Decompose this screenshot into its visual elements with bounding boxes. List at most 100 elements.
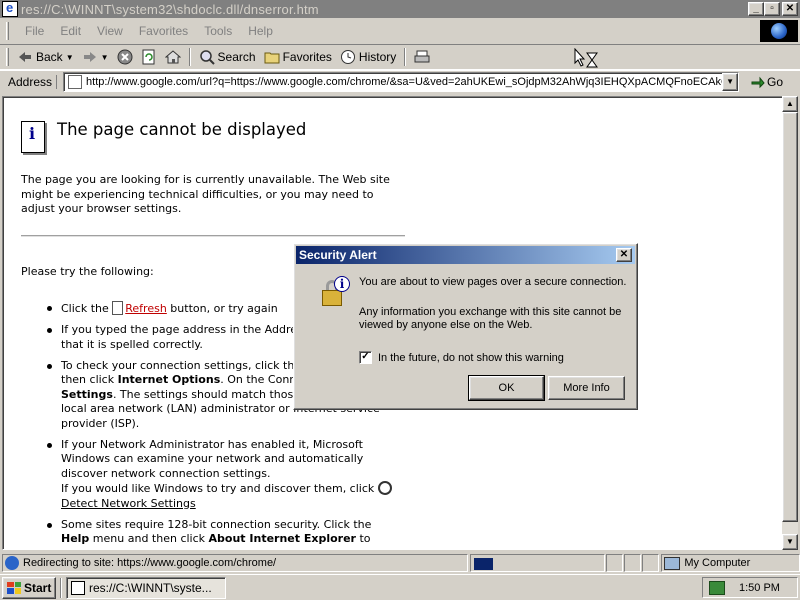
my-computer-icon (664, 556, 681, 570)
ok-button[interactable]: OK (468, 375, 545, 401)
dialog-message-2: Any information you exchange with this s… (359, 306, 622, 331)
close-button[interactable]: ✕ (782, 2, 798, 16)
refresh-icon (142, 49, 155, 65)
tip-text: menu and then click (89, 532, 209, 545)
info-icon (21, 121, 45, 153)
dialog-message-1: You are about to view pages over a secur… (359, 276, 627, 288)
refresh-button[interactable] (137, 46, 161, 68)
favorites-label: Favorites (282, 50, 332, 64)
task-label: res://C:\WINNT\syste... (89, 580, 212, 595)
list-item: If your Network Administrator has enable… (47, 437, 401, 512)
home-icon (164, 50, 181, 64)
toolbar-separator (404, 48, 407, 66)
menu-edit[interactable]: Edit (52, 22, 89, 40)
detect-network-icon (377, 481, 392, 495)
page-title: The page cannot be displayed (57, 120, 307, 139)
address-input[interactable]: http://www.google.com/url?q=https://www.… (63, 71, 740, 92)
print-button[interactable] (410, 46, 434, 68)
page-intro: The page you are looking for is currentl… (21, 173, 390, 215)
divider (21, 235, 405, 237)
status-bar: Redirecting to site: https://www.google.… (0, 553, 800, 573)
progress-bar (470, 554, 606, 572)
window-title-bar[interactable]: res://C:\WINNT\system32\shdoclc.dll/dnse… (0, 0, 800, 18)
menu-view[interactable]: View (89, 22, 131, 40)
toolbar-grip (6, 48, 9, 66)
history-button[interactable]: History (336, 46, 400, 68)
security-alert-dialog: Security Alert ✕ i You are about to view… (293, 243, 638, 410)
windows-logo-icon (7, 581, 21, 594)
detect-network-link[interactable]: Detect Network Settings (61, 497, 196, 510)
menu-favorites[interactable]: Favorites (131, 22, 196, 40)
favorites-folder-icon (264, 52, 280, 64)
tip-text: If your Network Administrator has enable… (61, 437, 364, 480)
globe-icon (771, 23, 787, 39)
forward-arrow-icon (83, 52, 96, 62)
go-arrow-icon (751, 76, 765, 88)
toolbar-grip (6, 22, 9, 40)
clock[interactable]: 1:50 PM (739, 582, 780, 594)
scroll-up-icon[interactable]: ▲ (782, 96, 798, 112)
menu-help[interactable]: Help (240, 22, 281, 40)
history-label: History (358, 50, 397, 64)
status-text-panel: Redirecting to site: https://www.google.… (2, 554, 469, 572)
address-url[interactable]: http://www.google.com/url?q=https://www.… (86, 76, 726, 88)
stop-button[interactable] (113, 46, 137, 68)
forward-button[interactable]: ▼ (78, 46, 113, 68)
dialog-close-icon[interactable]: ✕ (616, 248, 632, 262)
go-button[interactable]: Go (751, 75, 783, 89)
list-item: Some sites require 128-bit connection se… (47, 517, 401, 549)
dialog-title-bar[interactable]: Security Alert ✕ (296, 246, 635, 264)
address-label: Address (4, 74, 58, 89)
dont-show-warning-checkbox[interactable]: ✓ In the future, do not show this warnin… (359, 351, 564, 364)
address-dropdown-icon[interactable]: ▼ (722, 72, 739, 91)
start-button[interactable]: Start (2, 576, 56, 599)
taskbar: Start res://C:\WINNT\syste... 1:50 PM (0, 574, 800, 600)
checkbox-checked-icon[interactable]: ✓ (359, 351, 372, 364)
search-button[interactable]: Search (195, 46, 260, 68)
refresh-page-icon (112, 301, 124, 315)
maximize-button[interactable]: ▫ (764, 2, 780, 16)
network-tray-icon[interactable] (709, 580, 725, 595)
home-button[interactable] (161, 46, 185, 68)
status-panel (624, 554, 642, 572)
status-panel (642, 554, 660, 572)
tip-bold: About Internet Explorer (208, 532, 356, 545)
search-icon (199, 50, 215, 65)
system-tray: 1:50 PM (702, 577, 798, 598)
back-button[interactable]: Back ▼ (13, 46, 78, 68)
forward-dropdown-icon[interactable]: ▼ (101, 53, 109, 62)
progress-fill (474, 558, 494, 570)
vertical-scrollbar[interactable]: ▲ ▼ (782, 96, 798, 550)
start-label: Start (24, 580, 52, 595)
favorites-button[interactable]: Favorites (260, 46, 336, 68)
refresh-link[interactable]: Refresh (125, 302, 167, 315)
ie-task-icon (71, 580, 85, 595)
tip-text: If you would like Windows to try and dis… (61, 482, 378, 495)
tip-text: Some sites require 128-bit connection se… (61, 517, 372, 531)
tip-bold: Help (61, 532, 90, 545)
menu-bar: File Edit View Favorites Tools Help (0, 20, 800, 42)
tip-bold: Settings (61, 387, 113, 401)
address-bar: Address http://www.google.com/url?q=http… (0, 70, 800, 92)
ie-page-icon (2, 0, 18, 17)
back-label: Back (36, 50, 63, 64)
status-text: Redirecting to site: https://www.google.… (23, 557, 277, 569)
window-title: res://C:\WINNT\system32\shdoclc.dll/dnse… (21, 1, 319, 17)
minimize-button[interactable]: _ (748, 2, 764, 16)
taskbar-separator (60, 577, 62, 598)
scroll-down-icon[interactable]: ▼ (782, 534, 798, 550)
menu-tools[interactable]: Tools (196, 22, 240, 40)
status-panel (606, 554, 624, 572)
taskbar-ie-window[interactable]: res://C:\WINNT\syste... (66, 576, 226, 599)
scroll-thumb[interactable] (782, 112, 798, 522)
back-dropdown-icon[interactable]: ▼ (66, 53, 74, 62)
zone-label: My Computer (684, 557, 751, 569)
menu-file[interactable]: File (17, 22, 52, 40)
back-arrow-icon (19, 52, 31, 62)
security-lock-icon: i (318, 276, 350, 310)
security-zone-panel: My Computer (661, 554, 800, 572)
tip-text: Click the (61, 302, 113, 315)
more-info-button[interactable]: More Info (548, 376, 625, 400)
page-icon (68, 74, 83, 89)
dialog-title: Security Alert (299, 248, 377, 262)
